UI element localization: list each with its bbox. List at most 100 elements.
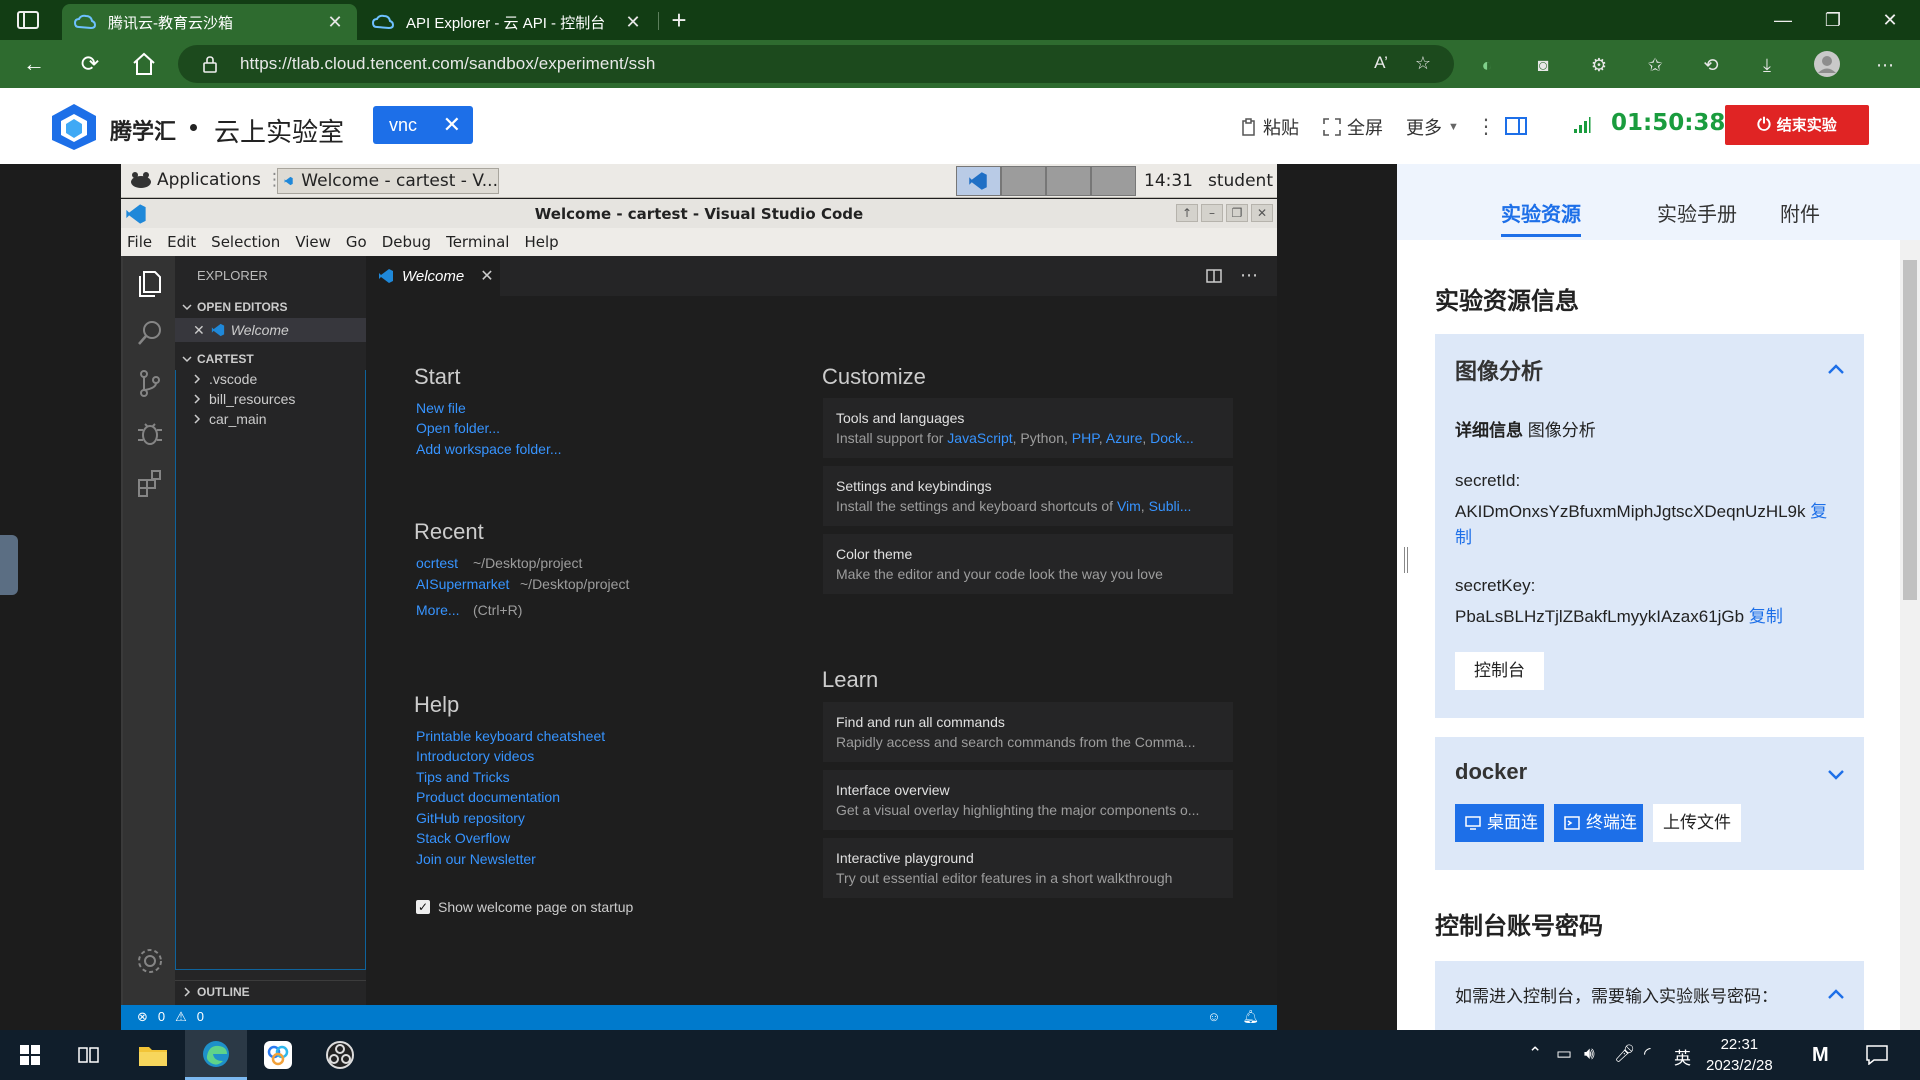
split-editor-icon[interactable] — [1204, 266, 1224, 286]
home-icon[interactable] — [130, 50, 158, 78]
downloads-icon[interactable]: ⤓ — [1754, 52, 1780, 78]
close-tab-icon[interactable]: ✕ — [480, 266, 493, 286]
vscode-close-button[interactable]: ✕ — [1251, 204, 1273, 222]
learn-card-playground[interactable]: Interactive playground Try out essential… — [823, 838, 1233, 898]
language-link[interactable]: Dock... — [1150, 430, 1194, 446]
help-link[interactable]: Join our Newsletter — [416, 851, 536, 867]
favorites-icon[interactable]: ✩ — [1642, 52, 1668, 78]
obs-app[interactable] — [309, 1030, 371, 1080]
workspace-4[interactable] — [1091, 166, 1136, 196]
close-editor-icon[interactable]: ✕ — [193, 322, 205, 339]
workspace-2[interactable] — [1001, 166, 1046, 196]
console-button[interactable]: 控制台 — [1455, 652, 1544, 690]
extensions-icon[interactable] — [135, 468, 165, 498]
learn-card-commands[interactable]: Find and run all commands Rapidly access… — [823, 702, 1233, 762]
browser-tab-active[interactable]: 腾讯云-教育云沙箱 ✕ — [62, 4, 357, 40]
help-link[interactable]: GitHub repository — [416, 810, 525, 826]
customize-card-settings[interactable]: Settings and keybindings Install the set… — [823, 466, 1233, 526]
menu-file[interactable]: File — [127, 233, 152, 251]
vnc-control-handle[interactable] — [0, 535, 18, 595]
taskbar-window-button[interactable]: Welcome - cartest - V... — [277, 168, 499, 194]
language-link[interactable]: Azure — [1106, 430, 1143, 446]
scroll-thumb[interactable] — [1903, 260, 1917, 600]
customize-card-theme[interactable]: Color theme Make the editor and your cod… — [823, 534, 1233, 594]
tab-attachments[interactable]: 附件 — [1780, 198, 1820, 227]
panel-user[interactable]: student — [1208, 171, 1273, 191]
minimize-button[interactable]: — — [1758, 2, 1808, 38]
workspace-1[interactable] — [956, 166, 1001, 196]
notifications-bell-icon[interactable]: 🔔︎ — [1242, 1009, 1259, 1025]
microphone-icon[interactable]: 🎤︎ — [1614, 1044, 1636, 1064]
extensions-icon[interactable]: ⚙ — [1586, 52, 1612, 78]
vnc-session-tag[interactable]: vnc ✕ — [373, 106, 473, 144]
menu-go[interactable]: Go — [346, 233, 367, 251]
chevron-down-icon[interactable] — [1826, 767, 1846, 781]
restore-button[interactable]: ❐ — [1808, 2, 1858, 38]
keymap-link[interactable]: Vim — [1117, 498, 1141, 514]
help-link[interactable]: Stack Overflow — [416, 830, 510, 846]
history-icon[interactable]: ⟲ — [1698, 52, 1724, 78]
back-button[interactable]: ← — [18, 48, 50, 80]
copy-secret-key-link[interactable]: 复制 — [1749, 607, 1783, 626]
ime-indicator[interactable]: 英 — [1674, 1044, 1691, 1069]
add-workspace-folder-link[interactable]: Add workspace folder... — [416, 441, 562, 457]
mail-app-icon[interactable]: M — [1812, 1044, 1829, 1067]
help-link[interactable]: Printable keyboard cheatsheet — [416, 728, 605, 744]
language-link[interactable]: PHP — [1072, 430, 1099, 446]
desktop-connect-button[interactable]: 桌面连 — [1455, 804, 1544, 842]
new-file-link[interactable]: New file — [416, 400, 466, 416]
browser-tab[interactable]: API Explorer - 云 API - 控制台 ✕ — [360, 4, 655, 40]
tray-overflow-icon[interactable]: ⌃ — [1528, 1044, 1542, 1064]
debug-icon[interactable] — [135, 418, 165, 448]
close-tab-icon[interactable]: ✕ — [623, 12, 643, 33]
edge-browser-app[interactable] — [185, 1030, 247, 1080]
address-bar[interactable]: https://tlab.cloud.tencent.com/sandbox/e… — [178, 45, 1454, 83]
applications-menu[interactable]: Applications — [129, 170, 261, 190]
fullscreen-button[interactable]: 全屏 — [1323, 114, 1383, 140]
more-actions-icon[interactable]: ⋯ — [1239, 266, 1259, 286]
panel-scrollbar[interactable] — [1900, 240, 1920, 1030]
profile-avatar-icon[interactable] — [1813, 50, 1841, 78]
more-recent-link[interactable]: More... — [416, 602, 460, 618]
panel-resize-handle[interactable] — [1404, 547, 1408, 573]
copy-secret-id-link[interactable]: 复 — [1810, 502, 1827, 521]
menu-edit[interactable]: Edit — [167, 233, 196, 251]
show-welcome-checkbox[interactable]: ✓ Show welcome page on startup — [416, 899, 633, 915]
system-clock[interactable]: 22:31 2023/2/28 — [1706, 1034, 1773, 1076]
vscode-maximize-button[interactable]: ❐ — [1226, 204, 1248, 222]
refresh-button[interactable]: ⟳ — [74, 48, 106, 80]
close-window-button[interactable]: ✕ — [1865, 2, 1915, 38]
paste-button[interactable]: 粘贴 — [1241, 114, 1299, 140]
customize-card-tools[interactable]: Tools and languages Install support for … — [823, 398, 1233, 458]
notification-center-icon[interactable] — [1866, 1045, 1888, 1065]
feedback-icon[interactable]: ☺ — [1207, 1009, 1220, 1025]
battery-icon[interactable]: ▭ — [1556, 1044, 1572, 1064]
language-link[interactable]: JavaScript — [947, 430, 1012, 446]
wifi-icon[interactable]: ◜ — [1644, 1044, 1651, 1064]
recent-link-ocrtest[interactable]: ocrtest — [416, 555, 458, 571]
explorer-icon[interactable] — [135, 268, 165, 298]
problems-indicator[interactable]: ⊗ 0 ⚠ 0 — [137, 1009, 204, 1025]
outline-section[interactable]: OUTLINE — [175, 980, 366, 1002]
end-experiment-button[interactable]: ⏻ 结束实验 — [1725, 105, 1869, 145]
extension-globe-icon[interactable]: ◐ — [1474, 52, 1500, 78]
tab-actions-icon[interactable] — [16, 10, 44, 30]
help-link[interactable]: Product documentation — [416, 789, 560, 805]
read-aloud-icon[interactable]: A’ — [1368, 50, 1394, 76]
extension-camera-icon[interactable]: ◙ — [1530, 52, 1556, 78]
recent-link-aisupermarket[interactable]: AISupermarket — [416, 576, 509, 592]
more-menu-icon[interactable]: ⋯ — [1872, 52, 1898, 78]
tree-item[interactable]: car_main — [175, 407, 366, 431]
new-tab-button[interactable]: + — [664, 6, 694, 36]
sidebar-toggle-icon[interactable] — [1505, 117, 1527, 135]
tab-welcome[interactable]: Welcome ✕ — [366, 256, 500, 296]
windows-start-icon[interactable] — [20, 1045, 40, 1065]
close-vnc-icon[interactable]: ✕ — [443, 106, 461, 144]
menu-view[interactable]: View — [295, 233, 331, 251]
tab-manual[interactable]: 实验手册 — [1657, 198, 1737, 227]
more-dropdown[interactable]: 更多 ▼ — [1406, 114, 1459, 140]
menu-selection[interactable]: Selection — [211, 233, 280, 251]
chevron-up-icon[interactable] — [1826, 362, 1846, 376]
kebab-menu-icon[interactable]: ⋮ — [1476, 114, 1496, 139]
learn-card-interface[interactable]: Interface overview Get a visual overlay … — [823, 770, 1233, 830]
